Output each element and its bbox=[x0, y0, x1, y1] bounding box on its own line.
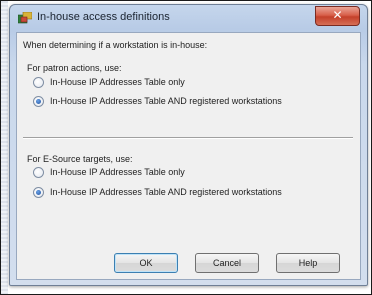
cancel-button[interactable]: Cancel bbox=[195, 253, 259, 273]
radio-label: In-House IP Addresses Table only bbox=[50, 167, 185, 177]
esource-section-heading: For E-Source targets, use: bbox=[27, 154, 133, 164]
close-button[interactable]: ✕ bbox=[315, 6, 360, 26]
dialog-window: In-house access definitions ✕ When deter… bbox=[9, 4, 368, 286]
radio-button[interactable] bbox=[33, 76, 44, 88]
esource-option-ip-only[interactable]: In-House IP Addresses Table only bbox=[33, 166, 185, 178]
close-icon: ✕ bbox=[332, 8, 343, 22]
radio-button-selected[interactable] bbox=[33, 186, 44, 198]
radio-button[interactable] bbox=[33, 166, 44, 178]
esource-option-ip-and-registered[interactable]: In-House IP Addresses Table AND register… bbox=[33, 186, 282, 198]
patron-option-ip-only[interactable]: In-House IP Addresses Table only bbox=[33, 76, 185, 88]
dialog-body: When determining if a workstation is in-… bbox=[16, 32, 361, 280]
window-title: In-house access definitions bbox=[37, 11, 170, 23]
radio-label: In-House IP Addresses Table AND register… bbox=[50, 96, 282, 106]
patron-section-heading: For patron actions, use: bbox=[27, 63, 122, 73]
title-bar[interactable]: In-house access definitions ✕ bbox=[10, 5, 367, 31]
radio-button-selected[interactable] bbox=[33, 95, 44, 107]
screenshot-canvas: In-house access definitions ✕ When deter… bbox=[0, 0, 372, 295]
radio-label: In-House IP Addresses Table AND register… bbox=[50, 187, 282, 197]
help-button[interactable]: Help bbox=[276, 253, 340, 273]
ok-button[interactable]: OK bbox=[114, 253, 178, 273]
intro-text: When determining if a workstation is in-… bbox=[23, 40, 208, 50]
patron-option-ip-and-registered[interactable]: In-House IP Addresses Table AND register… bbox=[33, 95, 282, 107]
app-icon bbox=[18, 12, 32, 24]
background-strip bbox=[1, 1, 8, 294]
radio-label: In-House IP Addresses Table only bbox=[50, 77, 185, 87]
section-divider bbox=[23, 137, 353, 139]
